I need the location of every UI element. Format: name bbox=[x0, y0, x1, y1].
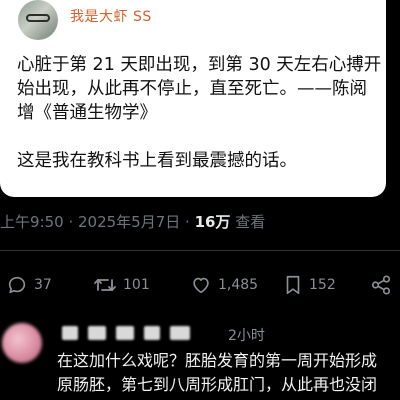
repost-icon bbox=[94, 279, 116, 291]
repost-count: 101 bbox=[123, 277, 150, 293]
reply-count: 37 bbox=[34, 277, 52, 293]
reply-icon bbox=[8, 276, 26, 294]
reply-button[interactable]: 37 bbox=[6, 268, 52, 302]
share-button[interactable] bbox=[370, 268, 392, 302]
post-text-line: 增《普通生物学》 bbox=[17, 103, 157, 123]
post-meta: 上午9:50 · 2025年5月7日 · 16万 查看 bbox=[0, 211, 265, 232]
screen: 我是大虾 SS 心脏于第 21 天即出现，到第 30 天左右心搏开 始出现，从此… bbox=[0, 0, 400, 400]
divider bbox=[0, 250, 400, 251]
reply-text-line: 原肠胚，第七到八周形成肛门，从此再也没闭 bbox=[57, 375, 378, 394]
like-button[interactable]: 1,485 bbox=[190, 268, 258, 302]
views-label: 查看 bbox=[230, 213, 266, 231]
action-bar: 37 101 1,485 152 bbox=[0, 268, 400, 302]
post-timestamp[interactable]: 上午9:50 · 2025年5月7日 · bbox=[0, 213, 195, 231]
reply-text: 在这加什么戏呢？胚胎发育的第一周开始形成 原肠胚，第七到八周形成肛门，从此再也没… bbox=[57, 349, 400, 397]
avatar-glasses-graphic bbox=[26, 14, 50, 22]
bookmark-button[interactable]: 152 bbox=[283, 268, 336, 302]
share-icon bbox=[371, 275, 391, 295]
reply-author-name-redacted[interactable] bbox=[62, 326, 202, 342]
author-username[interactable]: 我是大虾 SS bbox=[70, 6, 152, 26]
views-count[interactable]: 16万 bbox=[195, 213, 231, 231]
reply-timestamp[interactable]: 2小时 bbox=[228, 325, 265, 345]
reply-author-avatar[interactable] bbox=[2, 323, 42, 363]
post-text: 心脏于第 21 天即出现，到第 30 天左右心搏开 始出现，从此再不停止，直至死… bbox=[17, 53, 381, 173]
bookmark-count: 152 bbox=[309, 277, 336, 293]
author-avatar[interactable] bbox=[18, 0, 58, 40]
post-text-line: 始出现，从此再不停止，直至死亡。——陈阅 bbox=[17, 79, 367, 99]
repost-button[interactable]: 101 bbox=[93, 268, 150, 302]
like-count: 1,485 bbox=[218, 277, 259, 293]
post-text-line: 心脏于第 21 天即出现，到第 30 天左右心搏开 bbox=[17, 55, 382, 75]
quoted-post-card[interactable]: 我是大虾 SS 心脏于第 21 天即出现，到第 30 天左右心搏开 始出现，从此… bbox=[0, 0, 386, 197]
like-icon bbox=[193, 277, 209, 294]
reply-text-line: 在这加什么戏呢？胚胎发育的第一周开始形成 bbox=[57, 351, 378, 370]
post-text-line: 这是我在教科书上看到最震撼的话。 bbox=[17, 151, 297, 171]
bookmark-icon bbox=[286, 275, 300, 295]
post-text-gap bbox=[17, 125, 381, 149]
